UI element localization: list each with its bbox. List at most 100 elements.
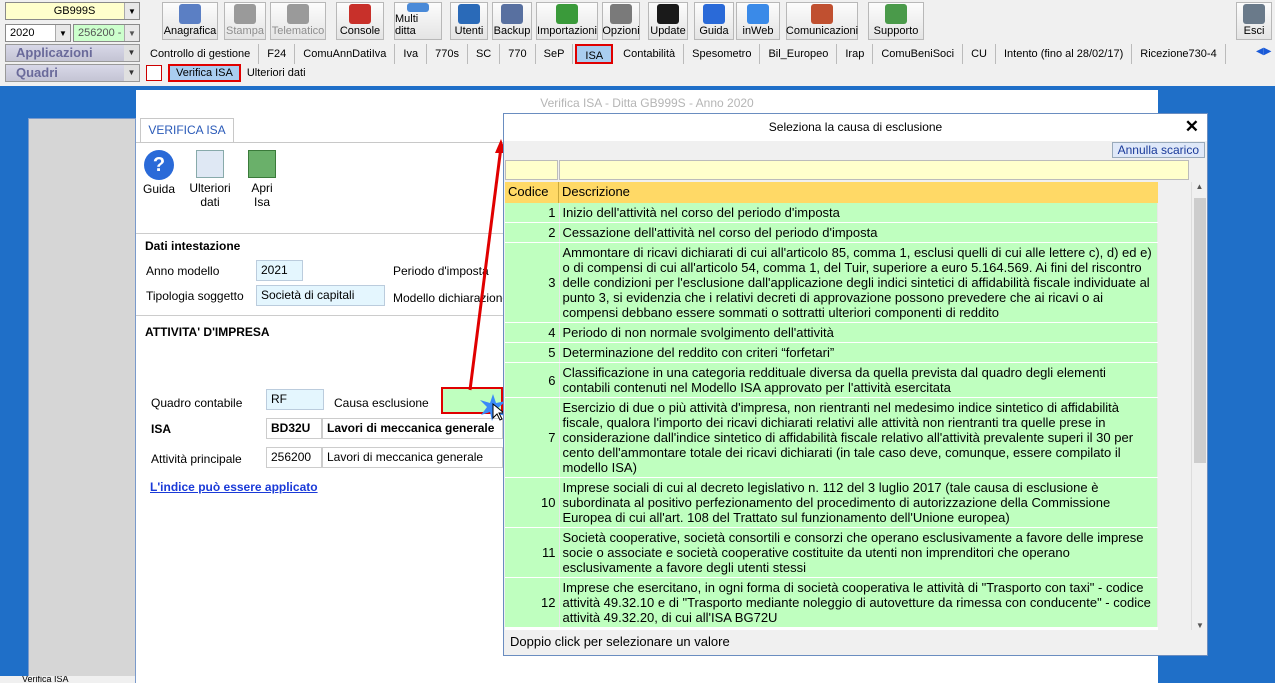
apri-isa-button[interactable]: Apri Isa	[242, 150, 282, 220]
tab-ulteriori-dati[interactable]: Ulteriori dati	[241, 67, 312, 79]
console-button[interactable]: Console	[336, 2, 384, 40]
col-descrizione[interactable]: Descrizione	[559, 182, 633, 203]
tab-irap[interactable]: Irap	[837, 44, 874, 64]
company-select[interactable]: GB999S ▼	[5, 2, 140, 20]
tab-isa[interactable]: ISA	[575, 44, 614, 64]
cell-codice[interactable]: 3	[505, 242, 560, 323]
cell-codice[interactable]: 2	[505, 222, 560, 243]
anno-field[interactable]: 2021	[256, 260, 303, 281]
cell-codice[interactable]: 5	[505, 342, 560, 363]
cell-codice[interactable]: 1	[505, 203, 560, 223]
table-row[interactable]: 7 Esercizio di due o più attività d'impre…	[505, 397, 1158, 478]
annulla-scarico-button[interactable]: Annulla scarico	[1111, 142, 1205, 158]
cell-codice[interactable]: 7	[505, 397, 560, 478]
tab-contabilit-[interactable]: Contabilità	[615, 44, 685, 64]
pdf-icon[interactable]	[146, 65, 162, 81]
tab-controllo-di-gestione[interactable]: Controllo di gestione	[142, 44, 260, 64]
applicazioni-select[interactable]: Applicazioni ▼	[5, 44, 140, 62]
cell-descrizione[interactable]: Periodo di non normale svolgimento dell'…	[559, 322, 1158, 343]
cell-descrizione[interactable]: Classificazione in una categoria redditu…	[559, 362, 1158, 398]
supporto-button[interactable]: Supporto	[868, 2, 924, 40]
cell-descrizione[interactable]: Inizio dell'attività nel corso del perio…	[559, 203, 1158, 223]
cell-codice[interactable]: 12	[505, 577, 560, 628]
tab-sc[interactable]: SC	[468, 44, 501, 64]
cell-descrizione[interactable]: Imprese sociali di cui al decreto legisl…	[559, 477, 1158, 528]
tipologia-field[interactable]: Società di capitali	[256, 285, 385, 306]
exit-button[interactable]: Esci	[1236, 2, 1272, 40]
chevron-down-icon[interactable]: ▼	[124, 45, 139, 61]
tab-bil-europeo[interactable]: Bil_Europeo	[760, 44, 838, 64]
table-row[interactable]: 3 Ammontare di ricavi dichiarati di cui a…	[505, 242, 1158, 323]
backup-button[interactable]: Backup	[492, 2, 532, 40]
cell-descrizione[interactable]: Determinazione del reddito con criteri “…	[559, 342, 1158, 363]
stampa-button[interactable]: Stampa	[224, 2, 266, 40]
tab-770s[interactable]: 770s	[427, 44, 468, 64]
table-row[interactable]: 1 Inizio dell'attività nel corso del peri…	[505, 203, 1158, 223]
close-icon[interactable]: ✕	[1185, 117, 1199, 137]
scroll-up-icon[interactable]: ▲	[1192, 182, 1207, 191]
tab-verifica-isa[interactable]: Verifica ISA	[168, 64, 241, 82]
cell-descrizione[interactable]: Cessazione dell'attività nel corso del p…	[559, 222, 1158, 243]
cell-codice[interactable]: 10	[505, 477, 560, 528]
anagrafica-button[interactable]: Anagrafica	[162, 2, 218, 40]
tab-sep[interactable]: SeP	[536, 44, 574, 64]
tab-ricezione730-4[interactable]: Ricezione730-4	[1132, 44, 1226, 64]
ulteriori-dati-button[interactable]: Ulteriori dati	[188, 150, 232, 220]
chevron-down-icon[interactable]: ▼	[124, 65, 139, 81]
table-row[interactable]: 4 Periodo di non normale svolgimento dell…	[505, 322, 1158, 343]
importazioni-button[interactable]: Importazioni	[536, 2, 598, 40]
quadri-select[interactable]: Quadri ▼	[5, 64, 140, 82]
comunicazioni-button[interactable]: Comunicazioni	[786, 2, 858, 40]
quadro-field[interactable]: RF	[266, 389, 324, 410]
multi-ditta-button[interactable]: Multi ditta	[394, 2, 442, 40]
year-value: 2020	[10, 27, 35, 39]
tab-cu[interactable]: CU	[963, 44, 996, 64]
table-row[interactable]: 5 Determinazione del reddito con criteri …	[505, 342, 1158, 363]
scroll-down-icon[interactable]: ▼	[1192, 621, 1208, 630]
table-row[interactable]: 12 Imprese che esercitano, in ogni forma …	[505, 577, 1158, 628]
col-codice[interactable]: Codice	[505, 182, 559, 203]
table-row[interactable]: 11 Società cooperative, società consortil…	[505, 527, 1158, 578]
indice-applicabile-link[interactable]: L'indice può essere applicato	[150, 480, 318, 494]
scrollbar-thumb[interactable]	[1194, 198, 1206, 463]
opzioni-button[interactable]: Opzioni	[602, 2, 640, 40]
filter-code-input[interactable]	[505, 160, 558, 180]
tab-770[interactable]: 770	[500, 44, 536, 64]
inweb-button[interactable]: inWeb	[736, 2, 780, 40]
update-button[interactable]: Update	[648, 2, 688, 40]
cell-codice[interactable]: 4	[505, 322, 560, 343]
table-row[interactable]: 6 Classificazione in una categoria reddit…	[505, 362, 1158, 398]
filter-desc-input[interactable]	[559, 160, 1189, 180]
chevron-down-icon[interactable]: ▼	[124, 3, 139, 19]
table-row[interactable]: 10 Imprese sociali di cui al decreto legi…	[505, 477, 1158, 528]
cell-codice[interactable]: 11	[505, 527, 560, 578]
year-select[interactable]: 2020 ▼	[5, 24, 71, 42]
cell-descrizione[interactable]: Esercizio di due o più attività d'impres…	[559, 397, 1158, 478]
attivita-code-field[interactable]: 256200	[266, 447, 322, 468]
table-row[interactable]: 2 Cessazione dell'attività nel corso del …	[505, 222, 1158, 243]
guida-button[interactable]: Guida	[694, 2, 734, 40]
tab-spesometro[interactable]: Spesometro	[684, 44, 761, 64]
tab-scroll-arrows[interactable]: ◀▶	[1256, 46, 1271, 57]
chevron-down-icon[interactable]: ▼	[124, 25, 139, 41]
ulteriori-label: Ulteriori dati	[189, 181, 231, 209]
cell-descrizione[interactable]: Società cooperative, società consortili …	[559, 527, 1158, 578]
activity-code-select[interactable]: 256200 - ▼	[73, 24, 140, 42]
isa-code-field[interactable]: BD32U	[266, 418, 322, 439]
cell-descrizione[interactable]: Ammontare di ricavi dichiarati di cui al…	[559, 242, 1158, 323]
vertical-scrollbar[interactable]: ▲ ▼	[1191, 182, 1207, 630]
tab-f24[interactable]: F24	[259, 44, 296, 64]
guida-button[interactable]: ? Guida	[142, 150, 176, 206]
tab-intento-fino-al-28-02-17-[interactable]: Intento (fino al 28/02/17)	[996, 44, 1133, 64]
cell-descrizione[interactable]: Imprese che esercitano, in ogni forma di…	[559, 577, 1158, 628]
isa-label: ISA	[151, 422, 172, 436]
tab-verifica-isa-panel[interactable]: VERIFICA ISA	[140, 118, 234, 142]
utenti-button[interactable]: Utenti	[450, 2, 488, 40]
left-panel	[28, 118, 136, 683]
telematico-button[interactable]: Telematico	[270, 2, 326, 40]
cell-codice[interactable]: 6	[505, 362, 560, 398]
tab-iva[interactable]: Iva	[395, 44, 428, 64]
tab-comubenisoci[interactable]: ComuBeniSoci	[873, 44, 964, 64]
tab-comuanndatiiva[interactable]: ComuAnnDatiIva	[295, 44, 396, 64]
chevron-down-icon[interactable]: ▼	[55, 25, 70, 41]
